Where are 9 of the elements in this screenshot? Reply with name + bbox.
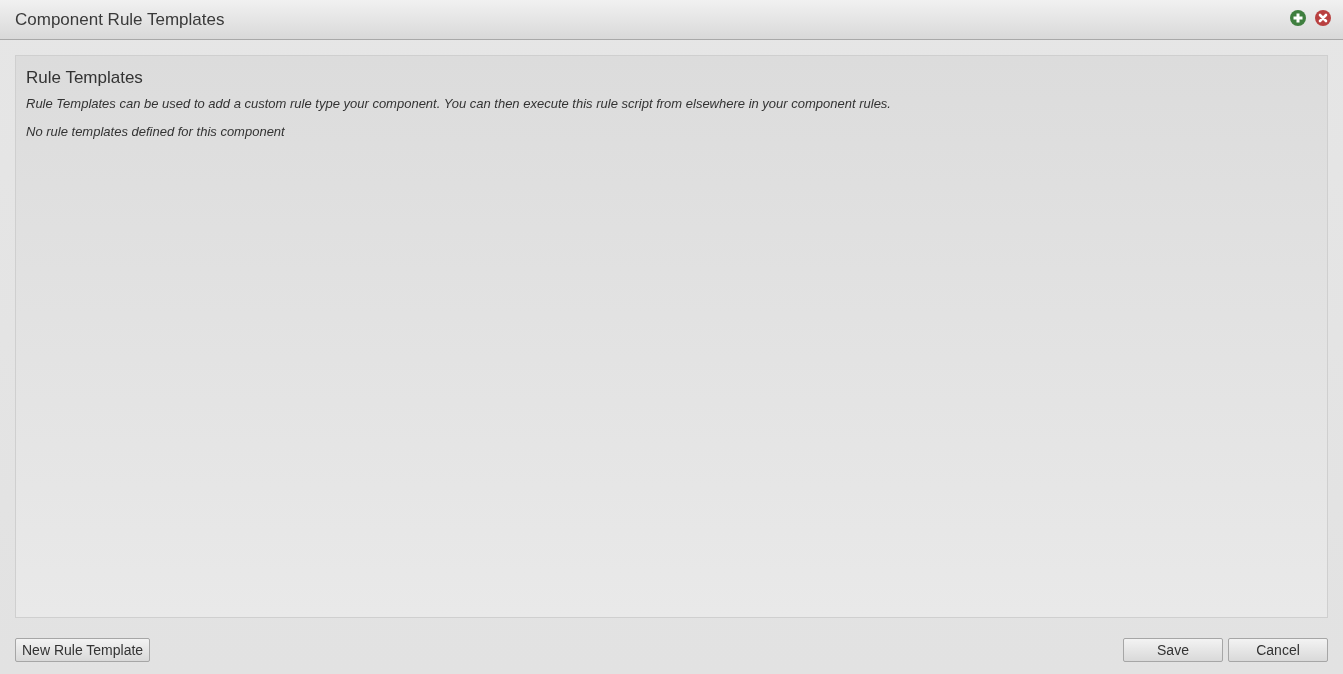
- add-icon[interactable]: [1290, 10, 1306, 26]
- close-icon[interactable]: [1315, 10, 1331, 26]
- new-rule-template-button[interactable]: New Rule Template: [15, 638, 151, 662]
- cancel-button[interactable]: Cancel: [1228, 638, 1328, 662]
- save-button[interactable]: Save: [1123, 638, 1223, 662]
- description-text: Rule Templates can be used to add a custom rule type your component. You can then execute this rule script from elsewhere in your component rules.: [26, 96, 892, 111]
- panel-heading: Rule Templates: [26, 68, 144, 88]
- window-title: Component Rule Templates: [15, 9, 225, 30]
- empty-message: No rule templates defined for this component: [26, 124, 286, 139]
